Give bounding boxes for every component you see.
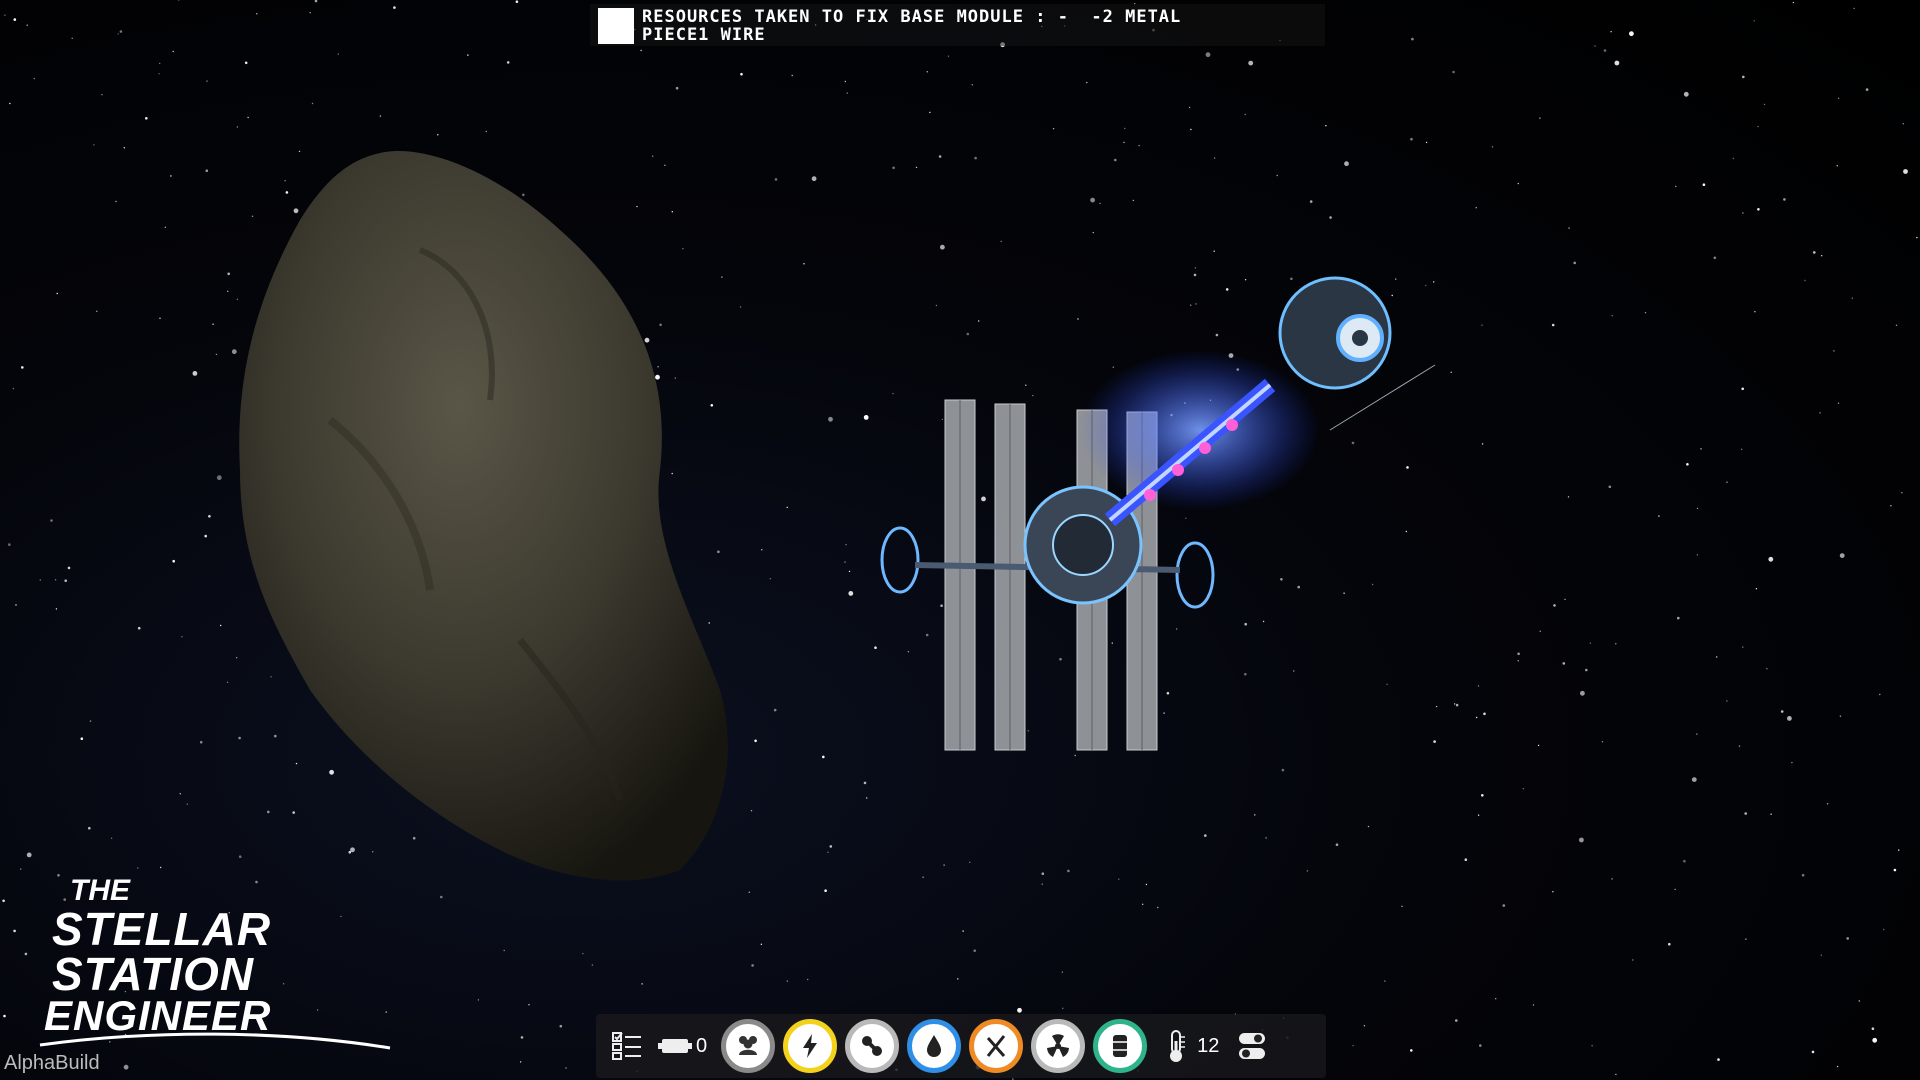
bottom-hud: 0 12 [596, 1014, 1326, 1078]
toggle-settings-icon [1239, 1033, 1266, 1059]
task-list-button[interactable] [608, 1027, 646, 1065]
link-icon [862, 1036, 883, 1056]
temperature-value: 12 [1197, 1034, 1220, 1057]
thermometer-icon [1170, 1030, 1186, 1062]
build-label: AlphaBuild [4, 1052, 100, 1074]
battery-indicator[interactable] [656, 1027, 694, 1065]
stat-buttons [717, 1019, 1151, 1073]
radiation-stat-button[interactable] [1031, 1019, 1086, 1073]
game-viewport[interactable]: RESOURCES TAKEN TO FIX BASE MODULE : - -… [0, 0, 1920, 1080]
storage-stat-button[interactable] [1093, 1019, 1148, 1073]
barrel-icon [1113, 1035, 1128, 1057]
radiation-icon [1047, 1034, 1070, 1057]
game-logo: THE STELLAR STATION ENGINEER [39, 874, 391, 1050]
network-stat-button[interactable] [845, 1019, 900, 1073]
lightning-icon [803, 1034, 818, 1058]
notification-text: RESOURCES TAKEN TO FIX BASE MODULE : - -… [642, 7, 1182, 45]
food-stat-button[interactable] [969, 1019, 1024, 1073]
settings-toggle-button[interactable] [1233, 1027, 1271, 1065]
utensils-icon [986, 1035, 1006, 1057]
battery-icon [658, 1039, 692, 1053]
power-stat-button[interactable] [783, 1019, 838, 1073]
notification-marker [598, 8, 634, 44]
checklist-icon [612, 1032, 641, 1060]
people-icon [739, 1036, 758, 1055]
battery-count: 0 [696, 1034, 708, 1057]
water-stat-button[interactable] [907, 1019, 962, 1073]
logo-line-4: ENGINEER [44, 992, 271, 1039]
population-stat-button[interactable] [721, 1019, 776, 1073]
water-drop-icon [927, 1035, 942, 1057]
temperature-indicator[interactable] [1157, 1027, 1195, 1065]
notification-banner: RESOURCES TAKEN TO FIX BASE MODULE : - -… [590, 4, 1325, 46]
